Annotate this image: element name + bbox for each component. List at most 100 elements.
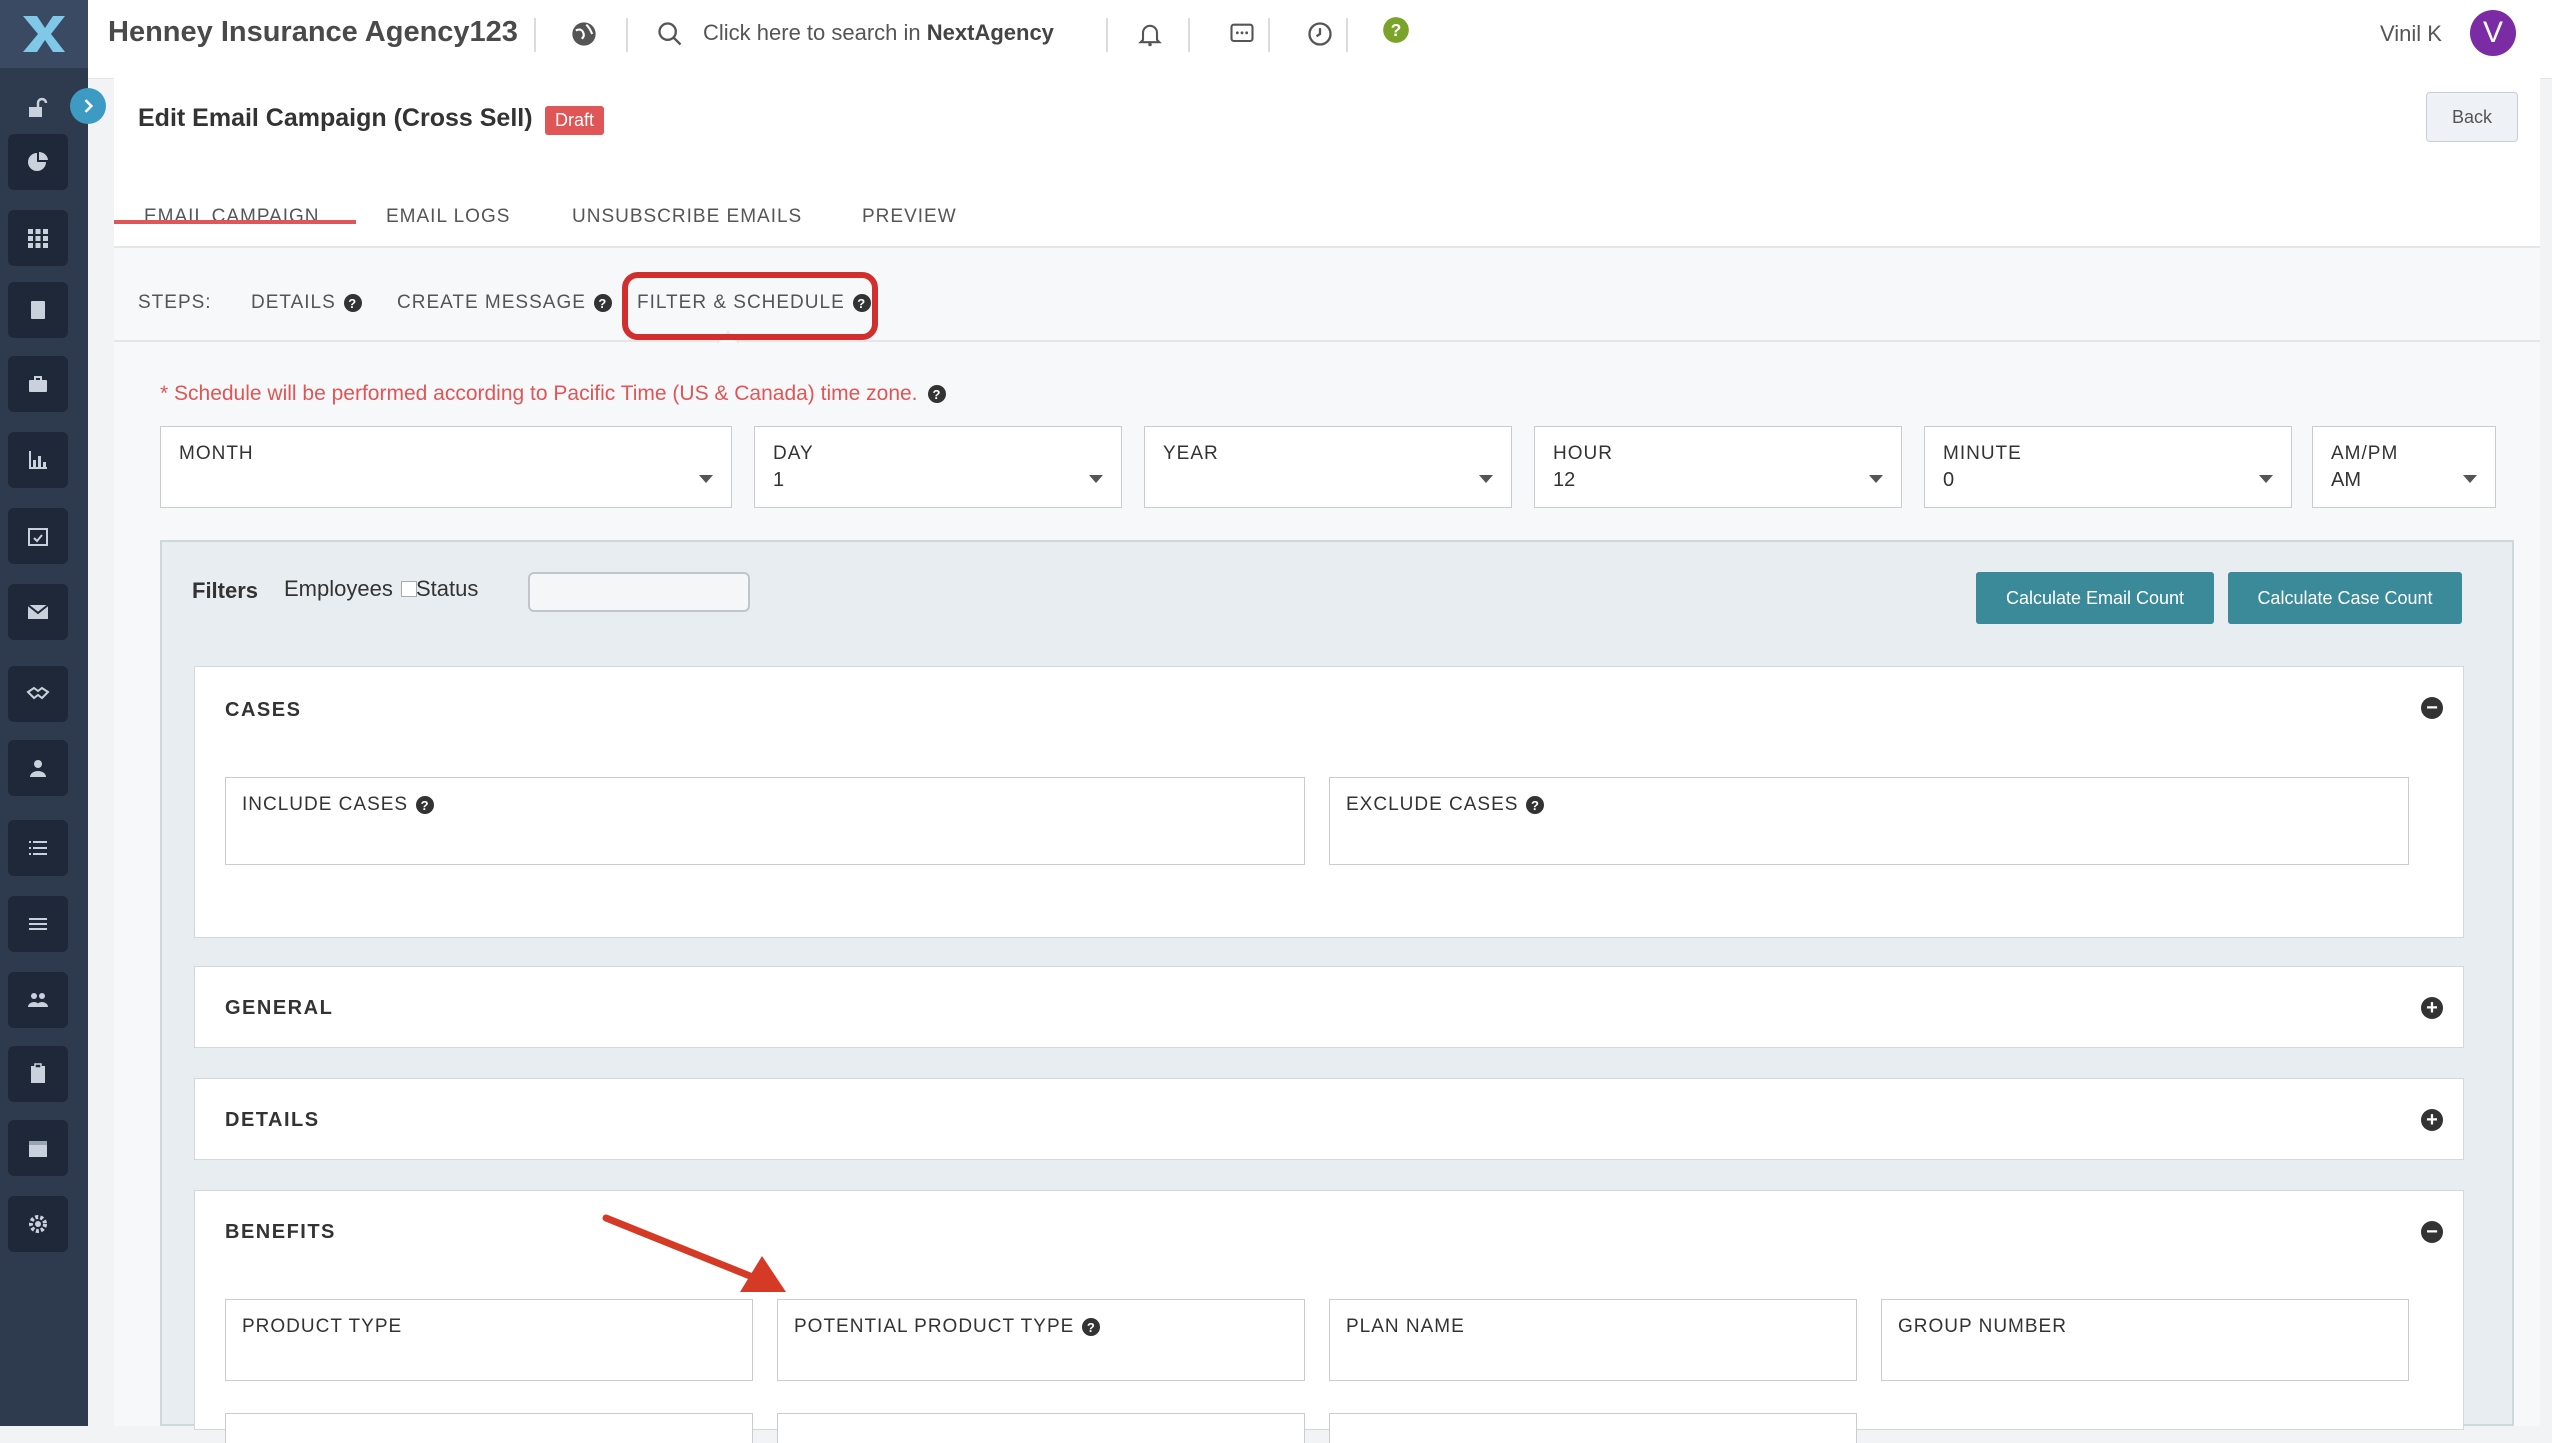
caret-down-icon (1089, 475, 1103, 483)
help-icon[interactable]: ? (1380, 14, 1412, 46)
cases-section: CASES − INCLUDE CASES? EXCLUDE CASES? (194, 666, 2464, 938)
search-input[interactable]: Click here to search in NextAgency (703, 20, 1054, 46)
steps-label: STEPS: (138, 292, 212, 314)
tab-preview[interactable]: PREVIEW (862, 206, 957, 228)
group-number-label: GROUP NUMBER (1898, 1316, 2067, 1337)
page-title: Edit Email Campaign (Cross Sell) (138, 104, 533, 132)
day-select[interactable]: DAY 1 (754, 426, 1122, 508)
book-icon[interactable] (8, 282, 68, 338)
benefits-field-row2[interactable] (1329, 1413, 1857, 1443)
question-icon[interactable]: ? (1526, 796, 1545, 814)
step-details-label: DETAILS (251, 292, 336, 313)
user-name[interactable]: Vinil K (2380, 21, 2442, 47)
general-title: GENERAL (225, 997, 334, 1019)
question-icon[interactable]: ? (927, 385, 946, 403)
ampm-select[interactable]: AM/PM AM (2312, 426, 2496, 508)
expand-icon[interactable]: + (2421, 1109, 2443, 1131)
envelope-icon[interactable] (8, 584, 68, 640)
calculate-case-count-button[interactable]: Calculate Case Count (2228, 572, 2462, 624)
unlock-icon[interactable] (8, 80, 68, 136)
hour-label: HOUR (1553, 443, 1613, 464)
benefits-field-row2[interactable] (225, 1413, 753, 1443)
hour-select[interactable]: HOUR 12 (1534, 426, 1902, 508)
question-icon[interactable]: ? (343, 294, 362, 312)
group-number-field[interactable]: GROUP NUMBER (1881, 1299, 2409, 1381)
ampm-label: AM/PM (2331, 443, 2399, 464)
caret-down-icon (1869, 475, 1883, 483)
filters-label: Filters (192, 578, 259, 603)
status-select[interactable] (528, 572, 750, 612)
include-cases-field[interactable]: INCLUDE CASES? (225, 777, 1305, 865)
expand-icon[interactable]: + (2421, 997, 2443, 1019)
plan-name-label: PLAN NAME (1346, 1316, 1465, 1337)
list-icon[interactable] (8, 820, 68, 876)
grid-icon[interactable] (8, 210, 68, 266)
employees-filter: Employees (284, 576, 417, 602)
benefits-field-row2[interactable] (777, 1413, 1305, 1443)
pie-chart-icon[interactable] (8, 134, 68, 190)
year-select[interactable]: YEAR (1144, 426, 1512, 508)
product-type-field[interactable]: PRODUCT TYPE (225, 1299, 753, 1381)
general-section[interactable]: GENERAL + (194, 966, 2464, 1048)
employees-checkbox[interactable] (400, 581, 417, 597)
day-value: 1 (773, 469, 785, 491)
avatar[interactable]: V (2470, 10, 2516, 56)
bell-icon[interactable] (1134, 18, 1166, 50)
step-details[interactable]: DETAILS? (251, 292, 362, 314)
details-title: DETAILS (225, 1109, 320, 1131)
year-label: YEAR (1163, 443, 1219, 464)
filters-panel: Filters Employees Status Calculate Email… (160, 540, 2514, 1443)
question-icon[interactable]: ? (416, 796, 435, 814)
ampm-value: AM (2331, 469, 2361, 491)
collapse-icon[interactable]: − (2421, 1221, 2443, 1243)
globe-icon[interactable] (568, 18, 600, 50)
calendar-icon[interactable] (8, 1120, 68, 1176)
step-create-message[interactable]: CREATE MESSAGE? (397, 292, 612, 314)
potential-product-type-field[interactable]: POTENTIAL PRODUCT TYPE? (777, 1299, 1305, 1381)
calculate-email-count-button[interactable]: Calculate Email Count (1976, 572, 2214, 624)
potential-product-type-label: POTENTIAL PRODUCT TYPE (794, 1316, 1075, 1337)
clock-icon[interactable] (1304, 18, 1336, 50)
question-icon[interactable]: ? (593, 294, 612, 312)
tab-email-campaign[interactable]: EMAIL CAMPAIGN (144, 206, 320, 228)
month-label: MONTH (179, 443, 254, 464)
chat-icon[interactable] (1226, 18, 1258, 50)
timezone-note: * Schedule will be performed according t… (160, 382, 946, 406)
divider (1188, 18, 1190, 52)
include-cases-label: INCLUDE CASES (242, 794, 409, 815)
minute-value: 0 (1943, 469, 1955, 491)
sidebar-expand-button[interactable] (70, 88, 106, 124)
status-badge: Draft (545, 106, 605, 135)
cases-title: CASES (225, 699, 302, 721)
hour-value: 12 (1553, 469, 1576, 491)
briefcase-icon[interactable] (8, 356, 68, 412)
collapse-icon[interactable]: − (2421, 697, 2443, 719)
chevron-right-icon (84, 99, 94, 113)
divider (1346, 18, 1348, 52)
month-select[interactable]: MONTH (160, 426, 732, 508)
details-section[interactable]: DETAILS + (194, 1078, 2464, 1160)
question-icon[interactable]: ? (1082, 1318, 1101, 1336)
handshake-icon[interactable] (8, 666, 68, 722)
clipboard-icon[interactable] (8, 1046, 68, 1102)
divider (534, 18, 536, 52)
bar-chart-icon[interactable] (8, 432, 68, 488)
gear-icon[interactable] (8, 1196, 68, 1252)
status-label: Status (416, 576, 479, 601)
minute-select[interactable]: MINUTE 0 (1924, 426, 2292, 508)
back-button[interactable]: Back (2426, 92, 2518, 142)
benefits-title: BENEFITS (225, 1221, 336, 1243)
calendar-check-icon[interactable] (8, 508, 68, 564)
users-icon[interactable] (8, 972, 68, 1028)
tab-email-logs[interactable]: EMAIL LOGS (386, 206, 510, 228)
tab-unsubscribe-emails[interactable]: UNSUBSCRIBE EMAILS (572, 206, 802, 228)
search-icon[interactable] (654, 18, 686, 50)
active-tab-indicator (114, 220, 356, 224)
logo[interactable] (0, 0, 88, 68)
steps-prefix: STEPS: (138, 292, 212, 313)
menu-icon[interactable] (8, 896, 68, 952)
user-icon[interactable] (8, 740, 68, 796)
divider (1106, 18, 1108, 52)
exclude-cases-field[interactable]: EXCLUDE CASES? (1329, 777, 2409, 865)
plan-name-field[interactable]: PLAN NAME (1329, 1299, 1857, 1381)
